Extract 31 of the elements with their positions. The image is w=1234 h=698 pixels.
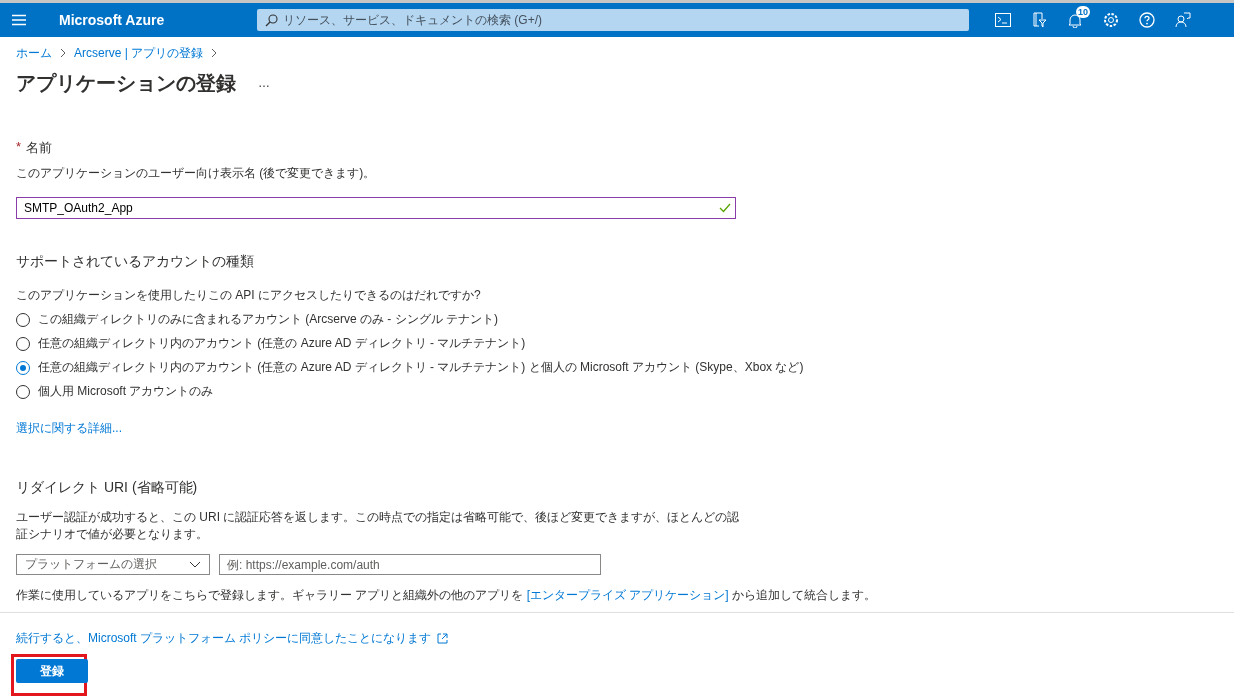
section-heading: リダイレクト URI (省略可能) bbox=[16, 479, 199, 497]
chevron-down-icon bbox=[189, 561, 201, 568]
chevron-right-icon bbox=[211, 48, 218, 58]
section-heading: サポートされているアカウントの種類 bbox=[16, 253, 255, 271]
breadcrumb-link[interactable]: Arcserve | アプリの登録 bbox=[74, 44, 204, 62]
note-text: 作業に使用しているアプリをこちらで登録します。ギャラリー アプリと組織外の他のアプリを [エンタープライズ アプリケーション] から追加して統合します。 bbox=[16, 587, 878, 604]
details-link[interactable]: 選択に関する詳細... bbox=[16, 420, 122, 437]
description-text: ユーザー認証が成功すると、この URI に認証応答を返します。この時点での指定は省略可能で、後ほど変更できますが、ほとんどの認証シナリオで値が必要となります。 bbox=[16, 509, 741, 543]
register-button[interactable]: 登録 bbox=[16, 659, 88, 683]
name-input-field[interactable]: SMTP_OAuth2_App bbox=[16, 197, 736, 219]
search-field[interactable]: リソース、サービス、ドキュメントの検索 (G+/) bbox=[257, 9, 969, 31]
policy-link[interactable]: 続行すると、Microsoft プラットフォーム ポリシーに同意したことになります bbox=[16, 630, 449, 647]
breadcrumb-link[interactable]: ホーム bbox=[16, 44, 52, 62]
page-title: アプリケーションの登録 bbox=[16, 70, 236, 96]
help-text: このアプリケーションのユーザー向け表示名 (後で変更できます)。 bbox=[16, 165, 377, 182]
platform-dropdown[interactable]: プラットフォームの選択 bbox=[16, 554, 210, 575]
enterprise-apps-link[interactable]: [エンタープライズ アプリケーション] bbox=[526, 588, 729, 602]
chevron-right-icon bbox=[60, 48, 66, 58]
required-mark: * bbox=[16, 139, 22, 156]
more-button[interactable]: … bbox=[254, 76, 274, 90]
redirect-uri-field[interactable]: 例: https://example.com/auth bbox=[219, 554, 601, 575]
brand-name[interactable]: Microsoft Azure bbox=[59, 12, 257, 28]
account-type-radio[interactable]: 任意の組織ディレクトリ内のアカウント (任意の Azure AD ディレクトリ - マルチテナント) と個人の Microsoft アカウント (Skype、Xbox など) bbox=[16, 359, 1218, 376]
account-type-radio[interactable]: 任意の組織ディレクトリ内のアカウント (任意の Azure AD ディレクトリ - マルチテナント) bbox=[16, 335, 1218, 352]
external-link-icon bbox=[437, 633, 449, 644]
account-type-radio[interactable]: 個人用 Microsoft アカウントのみ bbox=[16, 383, 1218, 400]
question-text: このアプリケーションを使用したりこの API にアクセスしたりできるのはだれですか? bbox=[16, 287, 482, 304]
notification-badge: 10 bbox=[1076, 6, 1090, 18]
field-label: 名前 bbox=[26, 139, 53, 157]
account-type-radio[interactable]: この組織ディレクトリのみに含まれるアカウント (Arcserve のみ - シングル テナント) bbox=[16, 311, 1218, 328]
search-icon bbox=[265, 14, 278, 27]
